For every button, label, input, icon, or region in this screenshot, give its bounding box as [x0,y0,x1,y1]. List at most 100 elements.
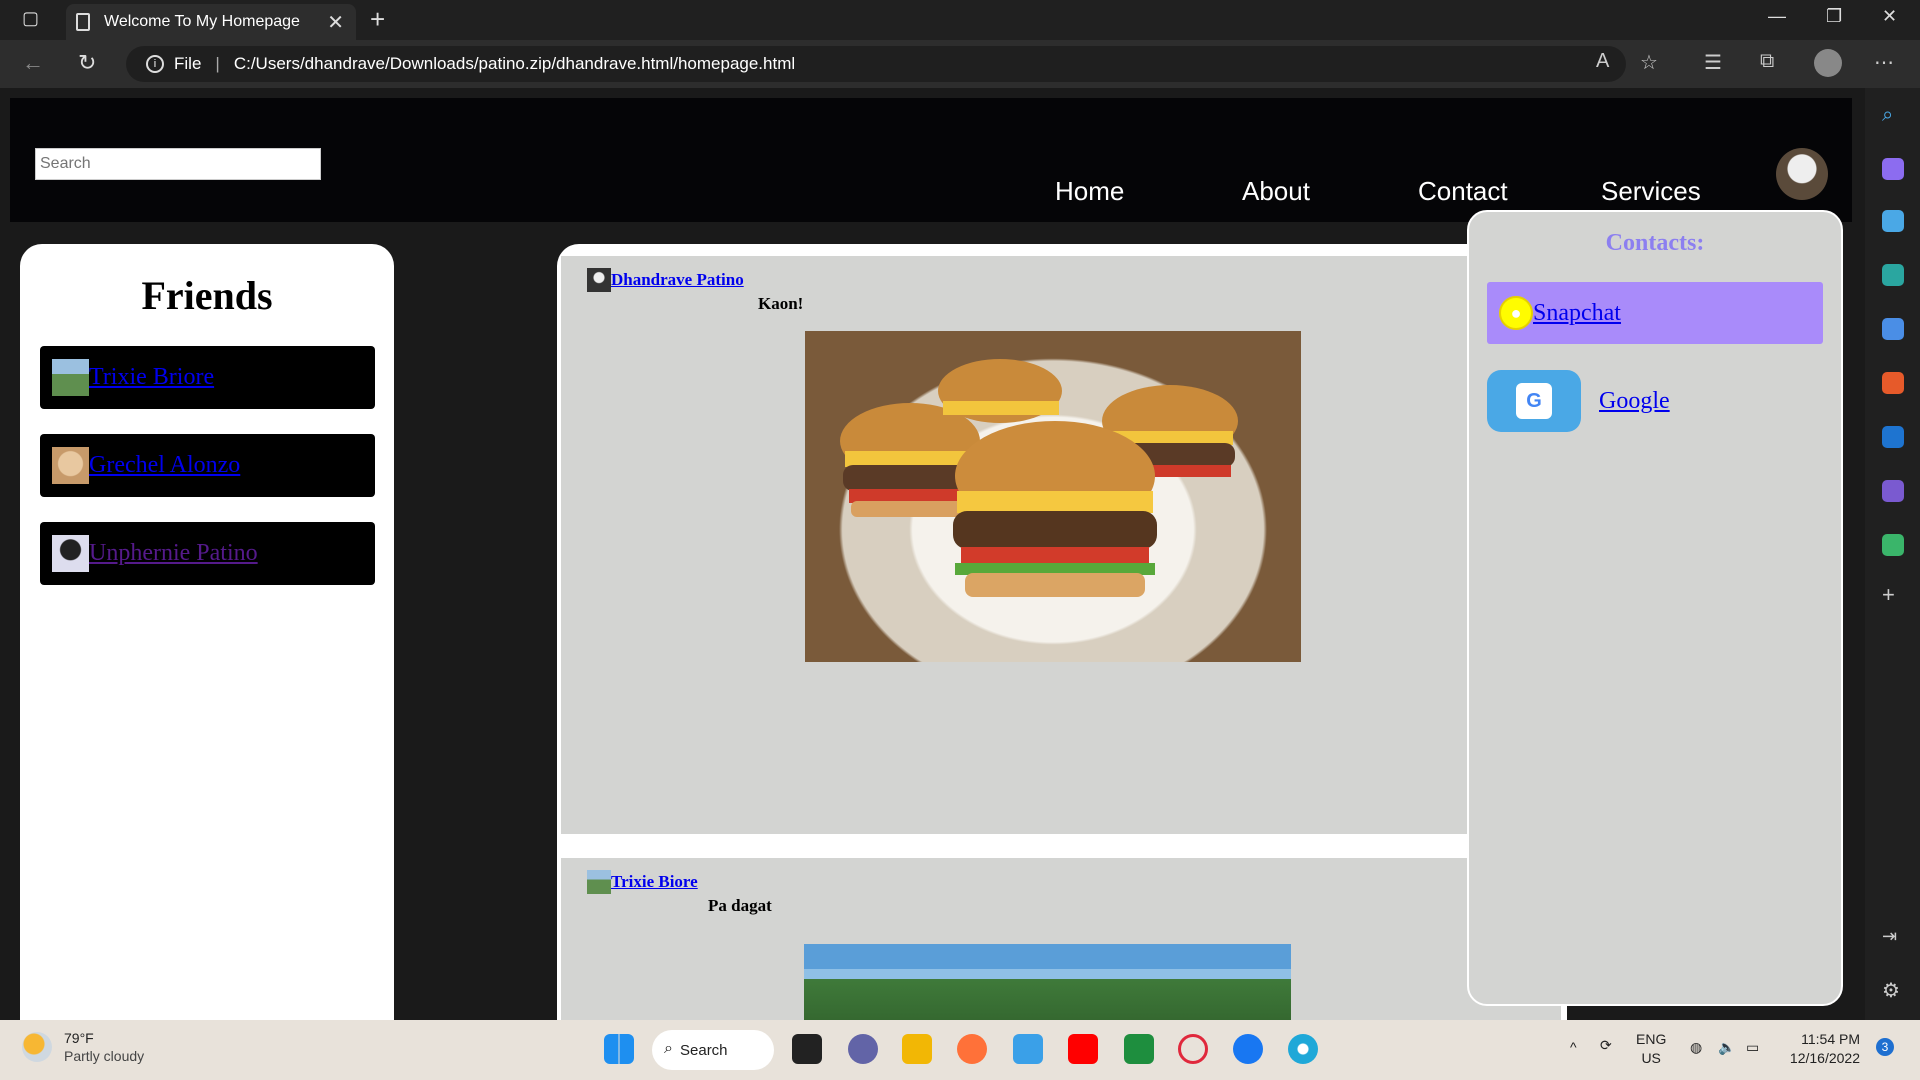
add-icon[interactable]: + [1882,582,1904,607]
page-viewport: Home About Contact Services Friends Trix… [0,88,1865,1020]
new-tab-icon[interactable]: + [370,4,385,35]
refresh-icon[interactable]: ↻ [78,50,96,76]
tab-title: Welcome To My Homepage [104,13,300,30]
post-image-sea [804,944,1291,1020]
nav-home[interactable]: Home [1055,176,1124,207]
friend-link[interactable]: Unphernie Patino [89,540,258,567]
settings-icon[interactable]: ⚙ [1882,978,1904,1002]
more-icon[interactable]: ⋯ [1874,50,1894,75]
friend-avatar [52,359,89,396]
post: Dhandrave Patino Kaon! [561,256,1561,834]
task-view-icon[interactable] [792,1034,822,1064]
minimize-icon[interactable]: — [1768,6,1786,27]
post-image-burgers [805,331,1301,662]
post-author: Dhandrave Patino [587,268,744,292]
file-explorer-icon[interactable] [902,1034,932,1064]
contact-snapchat[interactable]: ● Snapchat [1487,282,1823,344]
office-icon[interactable] [1882,372,1904,394]
search-icon[interactable]: ⌕ [1882,104,1904,126]
time: 11:54 PM [1801,1031,1860,1047]
teams-icon[interactable] [848,1034,878,1064]
browser-tab[interactable]: Welcome To My Homepage ✕ [66,4,356,40]
games-icon[interactable] [1882,318,1904,340]
url-separator: | [215,54,220,73]
friend-item[interactable]: Grechel Alonzo [40,434,375,497]
copilot-icon[interactable] [1882,158,1904,180]
taskbar: 79°F Partly cloudy ⌕ Search ^ ⟳ ENG US ◍… [0,1020,1920,1080]
search-icon: ⌕ [664,1040,673,1057]
post-caption: Pa dagat [708,896,772,915]
classroom-icon[interactable] [1124,1034,1154,1064]
close-window-icon[interactable]: ✕ [1882,6,1897,27]
friend-link[interactable]: Grechel Alonzo [89,452,240,479]
language: ENG [1636,1031,1667,1047]
contacts-panel: Contacts: ● Snapchat G Google [1467,210,1843,1006]
weather-widget[interactable]: 79°F Partly cloudy [22,1030,144,1064]
search-input[interactable] [35,148,321,180]
opera-icon[interactable] [1178,1034,1208,1064]
url-scheme: File [174,54,202,73]
outlook-icon[interactable] [1882,426,1904,448]
favorites-icon[interactable]: ☰ [1704,50,1722,75]
user-avatar[interactable] [1776,148,1828,200]
back-icon[interactable]: ← [22,50,44,76]
network-icon[interactable]: ◍ [1690,1038,1702,1057]
firefox-icon[interactable] [957,1034,987,1064]
read-aloud-icon[interactable]: A [1596,50,1609,73]
friend-item[interactable]: Unphernie Patino [40,522,375,585]
sync-icon[interactable]: ⟳ [1600,1036,1612,1055]
friend-avatar [52,535,89,572]
info-icon[interactable]: i [146,55,164,73]
post: Trixie Biore Pa dagat [561,858,1561,1020]
friends-title: Friends [141,273,273,318]
snapchat-link[interactable]: Snapchat [1533,300,1621,327]
region: US [1641,1050,1661,1066]
edge-sidebar: ⌕ + ⇥ ⚙ [1865,88,1920,1020]
battery-icon[interactable]: ▭ [1746,1038,1759,1057]
close-tab-icon[interactable]: ✕ [327,10,344,35]
nav-about[interactable]: About [1242,176,1310,207]
tools-icon[interactable] [1882,264,1904,286]
shopping-icon[interactable] [1882,210,1904,232]
tab-actions-icon[interactable]: ▢ [22,8,39,29]
split-screen-icon[interactable]: ⇥ [1882,926,1904,948]
friend-item[interactable]: Trixie Briore [40,346,375,409]
volume-icon[interactable]: 🔈 [1718,1038,1735,1057]
collections-icon[interactable]: ⧉ [1760,50,1774,73]
bilibili-icon[interactable] [1013,1034,1043,1064]
url-text: C:/Users/dhandrave/Downloads/patino.zip/… [233,54,796,73]
chevron-up-icon[interactable]: ^ [1570,1038,1577,1057]
burger-illustration [840,359,1238,597]
add-favorite-icon[interactable]: ☆ [1640,50,1658,75]
youtube-icon[interactable] [1068,1034,1098,1064]
start-icon[interactable] [604,1034,634,1064]
post-author: Trixie Biore [587,870,698,894]
google-link[interactable]: Google [1599,388,1670,415]
notification-badge[interactable]: 3 [1876,1038,1894,1056]
author-link[interactable]: Trixie Biore [611,872,698,892]
taskbar-search[interactable]: ⌕ Search [652,1030,774,1070]
designer-icon[interactable] [1882,480,1904,502]
weather-desc: Partly cloudy [64,1048,145,1064]
address-bar: ← ↻ i File | C:/Users/dhandrave/Download… [0,40,1920,88]
friend-link[interactable]: Trixie Briore [89,364,214,391]
tree-icon[interactable] [1882,534,1904,556]
facebook-icon[interactable] [1233,1034,1263,1064]
clock[interactable]: 11:54 PM 12/16/2022 [1780,1030,1860,1068]
language-indicator[interactable]: ENG US [1636,1030,1666,1068]
feed-panel: Dhandrave Patino Kaon! Trixie Biore Pa d… [557,244,1567,1020]
author-link[interactable]: Dhandrave Patino [611,270,744,290]
date: 12/16/2022 [1789,1050,1860,1066]
site-header: Home About Contact Services [10,98,1852,222]
friend-avatar [52,447,89,484]
taskbar-search-label: Search [680,1041,728,1059]
edge-icon[interactable] [1288,1034,1318,1064]
weather-icon [22,1032,52,1062]
profile-avatar[interactable] [1814,49,1842,77]
nav-services[interactable]: Services [1601,176,1701,207]
url-field[interactable]: i File | C:/Users/dhandrave/Downloads/pa… [126,46,1626,82]
nav-contact[interactable]: Contact [1418,176,1508,207]
contact-google[interactable]: G Google [1487,370,1670,432]
restore-icon[interactable]: ❐ [1826,6,1842,27]
contacts-title: Contacts: [1605,230,1705,256]
